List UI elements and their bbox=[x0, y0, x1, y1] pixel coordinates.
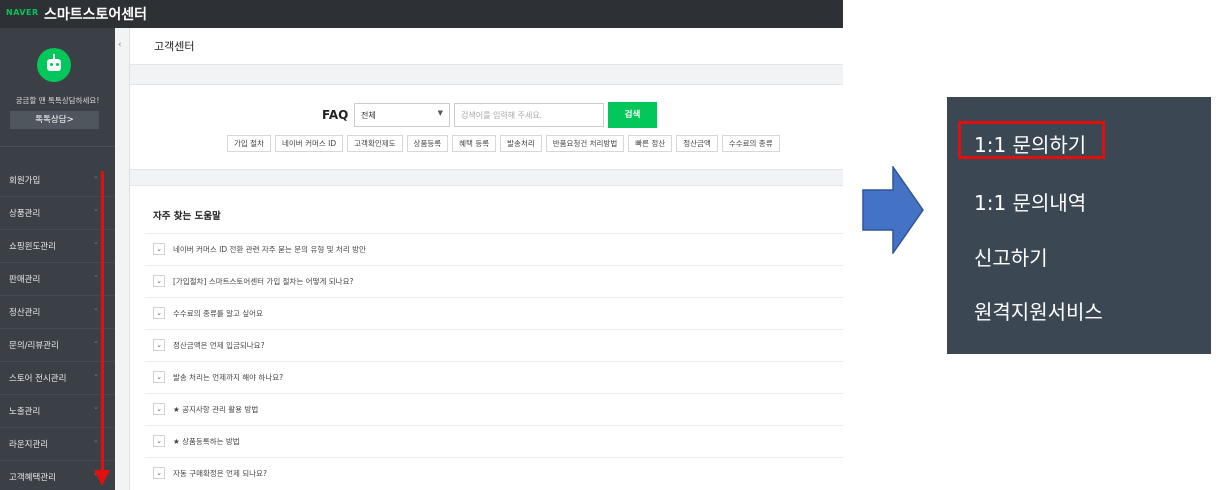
help-question-text: ★ 공지사항 관리 활용 방법 bbox=[173, 405, 259, 414]
select-value: 전체 bbox=[361, 111, 376, 120]
talk-chat-button[interactable]: 톡톡상담> bbox=[10, 111, 99, 129]
chevron-left-icon[interactable]: ‹ bbox=[118, 40, 122, 50]
help-articles-panel: 자주 찾는 도움말 ⌄ 네이버 커머스 ID 전환 관련 자주 묻는 문의 유형… bbox=[130, 185, 843, 490]
robot-eye-shape bbox=[56, 63, 59, 66]
chevron-down-icon[interactable]: ⌄ bbox=[153, 435, 165, 447]
faq-tag-list: 가입 절차 네이버 커머스 ID 고객확인제도 상품등록 혜택 등록 발송처리 반품요청건 … bbox=[227, 135, 784, 152]
help-question-text: ★ 상품등록하는 방법 bbox=[173, 437, 240, 446]
chevron-down-icon[interactable]: ⌄ bbox=[153, 243, 165, 255]
sidebar-item-label: 정산관리 bbox=[9, 308, 41, 318]
help-section-title: 자주 찾는 도움말 bbox=[153, 211, 221, 222]
sidebar-collapse-bar[interactable]: ‹ bbox=[115, 28, 130, 490]
help-question-text: 네이버 커머스 ID 전환 관련 자주 묻는 문의 유형 및 처리 방안 bbox=[173, 245, 366, 254]
sidebar-item-label: 스토어 전시관리 bbox=[9, 374, 67, 384]
chevron-down-icon[interactable]: ⌄ bbox=[153, 307, 165, 319]
smartstore-screenshot: NAVER 스마트스토어센터 궁금할 땐 톡톡상담하세요! 톡톡상담> 회원가입… bbox=[0, 0, 843, 490]
chevron-down-icon[interactable]: ⌄ bbox=[153, 275, 165, 287]
faq-tag[interactable]: 발송처리 bbox=[500, 135, 542, 152]
chevron-down-icon: ⌄ bbox=[93, 337, 99, 345]
sidebar-item-signup[interactable]: 회원가입 ⌄ bbox=[0, 163, 115, 197]
faq-category-select[interactable]: 전체 ▼ bbox=[354, 103, 450, 127]
help-question-row[interactable]: ⌄ 네이버 커머스 ID 전환 관련 자주 묻는 문의 유형 및 처리 방안 bbox=[145, 233, 843, 266]
help-question-row[interactable]: ⌄ ★ 상품등록하는 방법 bbox=[145, 425, 843, 458]
chevron-down-icon[interactable]: ⌄ bbox=[153, 403, 165, 415]
sidebar-item-label: 쇼핑윈도관리 bbox=[9, 242, 56, 252]
chevron-down-icon: ⌄ bbox=[93, 304, 99, 312]
chevron-down-icon[interactable]: ⌄ bbox=[153, 339, 165, 351]
faq-tag[interactable]: 빠른 정산 bbox=[628, 135, 673, 152]
faq-tag[interactable]: 네이버 커머스 ID bbox=[274, 135, 344, 152]
content-header: 고객센터 bbox=[130, 28, 843, 65]
top-bar: NAVER 스마트스토어센터 bbox=[0, 0, 843, 28]
help-question-row[interactable]: ⌄ [가입절차] 스마트스토어센터 가입 절차는 어떻게 되나요? bbox=[145, 265, 843, 298]
sidebar-item-settlement[interactable]: 정산관리 ⌄ bbox=[0, 295, 115, 329]
menu-item-report[interactable]: 신고하기 bbox=[974, 242, 1048, 271]
help-question-row[interactable]: ⌄ ★ 공지사항 관리 활용 방법 bbox=[145, 393, 843, 426]
caret-down-icon: ▼ bbox=[437, 109, 443, 117]
sidebar-item-label: 회원가입 bbox=[9, 176, 41, 186]
support-menu-panel: 1:1 문의하기 1:1 문의내역 신고하기 원격지원서비스 bbox=[947, 97, 1211, 354]
faq-tag[interactable]: 반품요청건 처리방법 bbox=[545, 135, 625, 152]
sidebar-item-label: 문의/리뷰관리 bbox=[9, 341, 59, 351]
sidebar-item-shopping-window[interactable]: 쇼핑윈도관리 ⌄ bbox=[0, 229, 115, 263]
chevron-down-icon: ⌄ bbox=[93, 271, 99, 279]
sidebar-item-label: 고객혜택관리 bbox=[9, 473, 56, 483]
chevron-down-icon[interactable]: ⌄ bbox=[153, 371, 165, 383]
faq-label: FAQ bbox=[322, 108, 349, 122]
help-question-text: 수수료의 종류를 알고 싶어요 bbox=[173, 309, 263, 318]
scroll-down-arrow-line bbox=[101, 171, 104, 477]
faq-search-panel: FAQ 전체 ▼ 검색 가입 절차네이버 커머스 ID고객확인제도상품등록혜택 … bbox=[130, 84, 843, 170]
sidebar-item-exposure[interactable]: 노출관리 ⌄ bbox=[0, 394, 115, 428]
help-question-row[interactable]: ⌄ 정산금액은 언제 입금되나요? bbox=[145, 329, 843, 362]
right-arrow-icon bbox=[862, 166, 924, 254]
faq-tag[interactable]: 혜택 등록 bbox=[452, 135, 497, 152]
faq-tag[interactable]: 가입 절차 bbox=[227, 135, 271, 152]
sidebar-item-inquiry-review[interactable]: 문의/리뷰관리 ⌄ bbox=[0, 328, 115, 362]
help-question-row[interactable]: ⌄ 수수료의 종류를 알고 싶어요 bbox=[145, 297, 843, 330]
help-question-row[interactable]: ⌄ 발송 처리는 언제까지 해야 하나요? bbox=[145, 361, 843, 394]
help-question-text: 정산금액은 언제 입금되나요? bbox=[173, 341, 265, 350]
menu-item-one-to-one-inquiry[interactable]: 1:1 문의하기 bbox=[974, 129, 1086, 158]
help-question-text: 발송 처리는 언제까지 해야 하나요? bbox=[173, 373, 284, 382]
chevron-down-icon: ⌄ bbox=[93, 436, 99, 444]
chevron-down-icon: ⌄ bbox=[93, 172, 99, 180]
sidebar-item-products[interactable]: 상품관리 ⌄ bbox=[0, 196, 115, 230]
menu-item-remote-support[interactable]: 원격지원서비스 bbox=[974, 296, 1103, 325]
help-question-text: [가입절차] 스마트스토어센터 가입 절차는 어떻게 되나요? bbox=[173, 277, 354, 286]
faq-tag[interactable]: 고객확인제도 bbox=[347, 135, 403, 152]
robot-eye-shape bbox=[50, 63, 53, 66]
app-title[interactable]: 스마트스토어센터 bbox=[44, 4, 147, 24]
chevron-down-icon: ⌄ bbox=[93, 370, 99, 378]
page-title: 고객센터 bbox=[154, 40, 195, 53]
faq-tag[interactable]: 수수료의 종류 bbox=[721, 135, 780, 152]
chatbot-icon[interactable] bbox=[37, 48, 71, 82]
sidebar-item-lounge[interactable]: 라운지관리 ⌄ bbox=[0, 427, 115, 461]
chevron-down-icon[interactable]: ⌄ bbox=[153, 467, 165, 479]
help-question-text: 자동 구매확정은 언제 되나요? bbox=[173, 469, 267, 478]
scroll-down-arrow-head bbox=[94, 470, 110, 486]
help-question-row[interactable]: ⌄ 자동 구매확정은 언제 되나요? bbox=[145, 457, 843, 490]
chatbot-prompt: 궁금할 땐 톡톡상담하세요! bbox=[15, 96, 100, 105]
faq-search-button[interactable]: 검색 bbox=[608, 102, 657, 128]
sidebar-item-store-display[interactable]: 스토어 전시관리 ⌄ bbox=[0, 361, 115, 395]
chevron-down-icon: ⌄ bbox=[93, 403, 99, 411]
faq-tag[interactable]: 정산금액 bbox=[676, 135, 718, 152]
menu-item-inquiry-history[interactable]: 1:1 문의내역 bbox=[974, 187, 1086, 216]
sidebar-item-label: 노출관리 bbox=[9, 407, 41, 417]
chevron-down-icon: ⌄ bbox=[93, 205, 99, 213]
chatbot-area: 궁금할 땐 톡톡상담하세요! 톡톡상담> bbox=[0, 28, 115, 147]
naver-logo[interactable]: NAVER bbox=[6, 8, 39, 17]
sidebar: 궁금할 땐 톡톡상담하세요! 톡톡상담> 회원가입 ⌄ 상품관리 ⌄ 쇼핑윈도관… bbox=[0, 28, 115, 490]
sidebar-item-sales[interactable]: 판매관리 ⌄ bbox=[0, 262, 115, 296]
faq-tag[interactable]: 상품등록 bbox=[406, 135, 449, 152]
sidebar-item-label: 라운지관리 bbox=[9, 440, 49, 450]
sidebar-item-label: 상품관리 bbox=[9, 209, 41, 219]
chevron-down-icon: ⌄ bbox=[93, 238, 99, 246]
faq-search-input[interactable] bbox=[454, 103, 604, 127]
sidebar-item-label: 판매관리 bbox=[9, 275, 41, 285]
